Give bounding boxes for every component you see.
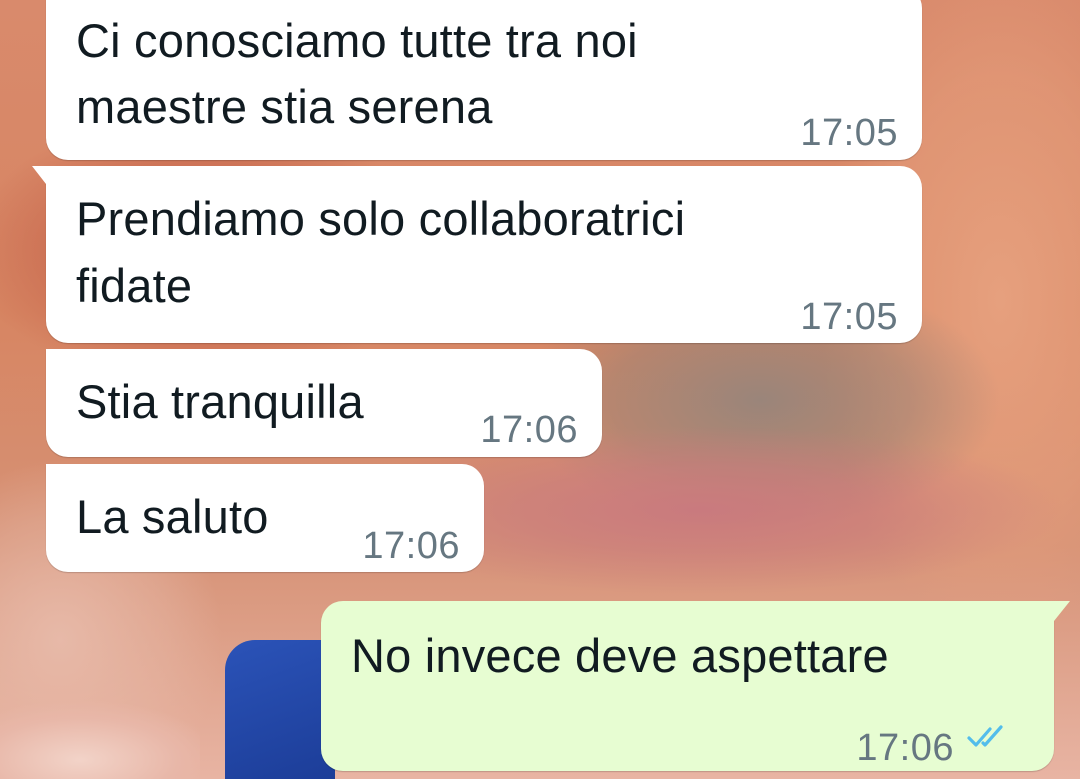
incoming-message[interactable]: Prendiamo solo collaboratrici fidate 17:… bbox=[32, 166, 922, 343]
message-text-line: La saluto bbox=[76, 490, 269, 543]
double-check-icon bbox=[967, 725, 1003, 747]
message-timestamp: 17:06 bbox=[856, 727, 954, 769]
message-timestamp: 17:05 bbox=[800, 112, 898, 154]
message-text-line: No invece deve aspettare bbox=[351, 629, 889, 682]
message-text-line: fidate bbox=[76, 259, 193, 312]
message-text-line: maestre stia serena bbox=[76, 80, 493, 133]
message-text-line: Ci conosciamo tutte tra noi bbox=[76, 14, 638, 67]
bubble-tail bbox=[1054, 601, 1070, 621]
message-text-line: Stia tranquilla bbox=[76, 375, 364, 428]
incoming-message[interactable]: Ci conosciamo tutte tra noi maestre stia… bbox=[46, 0, 922, 160]
wallpaper-shirt bbox=[225, 640, 335, 779]
incoming-message[interactable]: Stia tranquilla 17:06 bbox=[46, 349, 602, 457]
bubble-tail bbox=[32, 166, 46, 184]
message-timestamp: 17:05 bbox=[800, 296, 898, 338]
outgoing-message[interactable]: No invece deve aspettare 17:06 bbox=[321, 601, 1070, 771]
message-text-line: Prendiamo solo collaboratrici bbox=[76, 192, 686, 245]
wallpaper-hand bbox=[0, 700, 200, 779]
incoming-message[interactable]: La saluto 17:06 bbox=[46, 464, 484, 572]
message-timestamp: 17:06 bbox=[480, 409, 578, 451]
message-timestamp: 17:06 bbox=[362, 525, 460, 567]
